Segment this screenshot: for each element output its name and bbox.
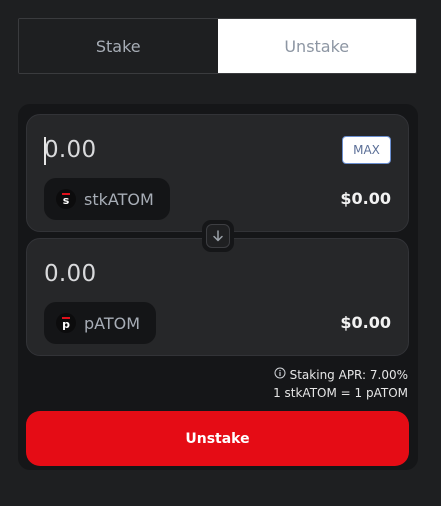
swap-direction-button[interactable] <box>202 220 234 252</box>
to-token-selector[interactable]: p pATOM <box>44 302 157 344</box>
staking-apr: Staking APR: 7.00% <box>289 368 408 382</box>
staking-info: Staking APR: 7.00% 1 stkATOM = 1 pATOM <box>273 366 408 402</box>
exchange-rate: 1 stkATOM = 1 pATOM <box>273 386 408 400</box>
from-token-card: 0.00 MAX s stkATOM $0.00 <box>26 114 409 232</box>
arrow-down-icon <box>206 224 230 248</box>
to-usd-value: $0.00 <box>340 313 391 332</box>
info-icon[interactable] <box>274 366 286 384</box>
from-amount-input[interactable]: 0.00 <box>44 137 96 163</box>
to-token-symbol: pATOM <box>84 313 141 333</box>
from-token-selector[interactable]: s stkATOM <box>44 178 170 220</box>
stkatom-token-icon: s <box>56 189 76 209</box>
unstake-button[interactable]: Unstake <box>26 411 409 466</box>
to-amount-output: 0.00 <box>44 261 97 287</box>
tab-unstake[interactable]: Unstake <box>217 19 416 73</box>
from-usd-value: $0.00 <box>340 189 391 208</box>
text-caret <box>44 137 46 165</box>
unstake-panel: 0.00 MAX s stkATOM $0.00 0.00 p pATOM $0… <box>18 104 418 470</box>
max-button[interactable]: MAX <box>342 136 391 164</box>
to-token-card: 0.00 p pATOM $0.00 <box>26 238 409 356</box>
from-token-symbol: stkATOM <box>84 189 154 209</box>
patom-token-icon: p <box>56 313 76 333</box>
stake-unstake-tabs: Stake Unstake <box>18 18 417 74</box>
tab-stake[interactable]: Stake <box>19 19 218 73</box>
